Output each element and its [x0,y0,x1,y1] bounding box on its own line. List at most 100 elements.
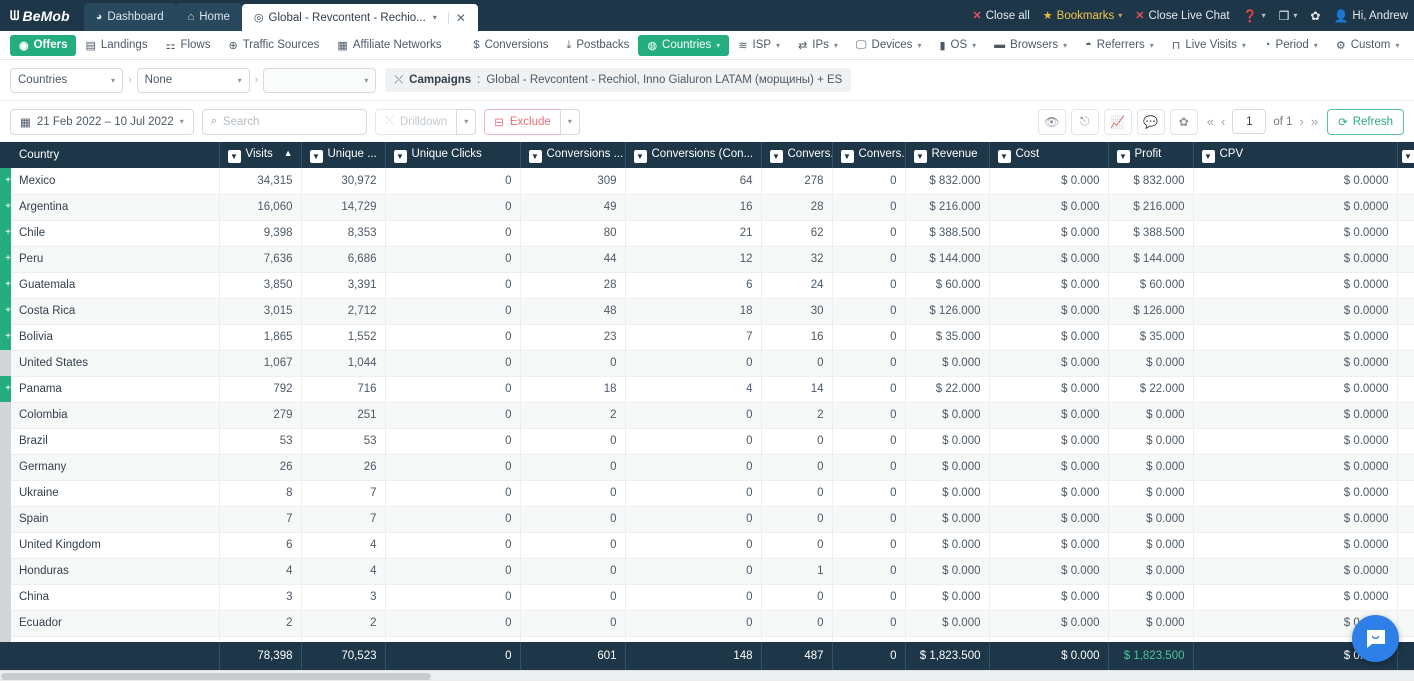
date-range-picker[interactable]: ▦ 21 Feb 2022 – 10 Jul 2022 ▾ [10,108,194,135]
nav-referrers[interactable]: ◓ Referrers ▾ [1076,35,1163,55]
row-expand-toggle[interactable]: + [0,506,11,532]
col-header-conversions-1[interactable]: ▼ Conversions ... [520,142,626,168]
nav-countries[interactable]: ◍ Countries ▾ [638,34,730,56]
comment-icon[interactable]: 💬 [1136,108,1165,135]
nav-period[interactable]: ◔ Period ▾ [1255,35,1327,55]
row-expand-toggle[interactable]: + [0,428,11,454]
col-header-revenue[interactable]: ▼ Revenue [905,142,990,168]
nav-affiliate-networks[interactable]: ▦ Affiliate Networks [328,35,450,56]
bookmarks-button[interactable]: ★ Bookmarks ▾ [1043,9,1122,23]
exclude-split-button[interactable]: ⊟ Exclude ▾ [484,108,580,135]
col-header-conversions-4[interactable]: ▼ Convers... [832,142,906,168]
table-row[interactable]: + Chile 9,398 8,353 0 80 21 62 0 $ 388.500 $ 0.000… [0,220,1414,247]
tab-home[interactable]: ⌂ Home [175,3,242,31]
next-page-icon[interactable]: › [1300,114,1304,129]
table-row[interactable]: + Costa Rica 3,015 2,712 0 48 18 30 0 $ 126.000 $ … [0,298,1414,325]
nav-errors[interactable]: ❶ Errors [1408,35,1414,56]
nav-custom[interactable]: ⚙ Custom ▾ [1327,35,1409,56]
prev-page-icon[interactable]: ‹ [1221,114,1225,129]
settings-button[interactable]: ✿ [1310,9,1320,23]
tab-campaign-report[interactable]: ◎ Global - Revcontent - Rechio... ▾ ✕ [241,4,478,31]
col-header-profit[interactable]: ▼ Profit [1108,142,1194,168]
row-expand-toggle[interactable]: + [0,480,11,506]
campaign-filter-chip[interactable]: ⤬ Campaigns: Global - Revcontent - Rechi… [385,68,852,92]
search-box[interactable]: ⌕ [201,108,367,135]
row-expand-toggle[interactable]: + [0,194,11,220]
table-row[interactable]: +Ecuador2200000$ 0.000$ 0.000$ 0.000$ 0.… [0,610,1414,637]
drilldown-split-button[interactable]: ⤬ Drilldown ▾ [374,108,477,135]
search-input[interactable] [222,115,358,128]
share-icon[interactable]: ⎋ [1070,108,1099,135]
eye-icon[interactable]: 👁 [1037,108,1066,135]
table-row[interactable]: + United Kingdom 6 4 0 0 0 0 0 $ 0.000 $ 0.000 $ 0.… [0,532,1414,559]
table-row[interactable]: + United States 1,067 1,044 0 0 0 0 0 $ 0.000 $ 0.… [0,350,1414,377]
exclude-button[interactable]: ⊟ Exclude [484,108,560,135]
nav-offers[interactable]: ◉ Offers [10,34,77,56]
col-header-unique-visits[interactable]: ▼ Unique ... [301,142,386,168]
table-row[interactable]: + Mexico 34,315 30,972 0 309 64 278 0 $ 832.000 $ … [0,168,1414,195]
col-header-cpv[interactable]: ▼ CPV [1193,142,1398,168]
row-expand-toggle[interactable]: + [0,324,11,350]
table-row[interactable]: + Ukraine 8 7 0 0 0 0 0 $ 0.000 $ 0.000 $ 0.000 $ 0.… [0,480,1414,507]
row-expand-toggle[interactable]: + [0,376,11,402]
nav-os[interactable]: ▮ OS ▾ [930,35,985,56]
close-all-button[interactable]: ✕ Close all [972,9,1029,23]
tab-dashboard[interactable]: ◕ Dashboard [83,3,176,31]
chat-bubble-icon[interactable] [1352,615,1399,662]
nav-devices[interactable]: 🖵 Devices ▾ [847,35,931,56]
nav-flows[interactable]: ⚏ Flows [157,35,220,56]
col-header-overflow[interactable]: ▼ [1397,142,1414,168]
brand-logo[interactable]: ᗯ BeMob [0,0,84,31]
nav-live-visits[interactable]: ⊓ Live Visits ▾ [1163,35,1255,56]
table-row[interactable]: + China 3 3 0 0 0 0 0 $ 0.000 $ 0.000 $ 0.000 $ 0.00… [0,584,1414,611]
exclude-dropdown-toggle[interactable]: ▾ [559,108,580,135]
chevron-down-icon[interactable]: ▾ [433,13,437,22]
row-expand-toggle[interactable]: + [0,350,11,376]
col-header-country[interactable]: Country [11,142,220,168]
row-expand-toggle[interactable]: + [0,168,11,194]
grouping-select-2[interactable]: None ▾ [136,67,250,93]
close-icon[interactable]: ✕ [447,11,466,24]
nav-browsers[interactable]: ▬ Browsers ▾ [985,35,1076,55]
table-row[interactable]: + Colombia 279 251 0 2 0 2 0 $ 0.000 $ 0.000 $ 0.00… [0,402,1414,429]
report-table-scroll-area[interactable]: Country ▼ Visits ▲ ▼ Unique ... ▼ Unique Cli… [0,142,1414,670]
user-menu[interactable]: 👤 Hi, Andrew [1333,9,1408,23]
refresh-button[interactable]: ⟳ Refresh [1327,108,1404,135]
col-header-cost[interactable]: ▼ Cost [989,142,1109,168]
nav-traffic-sources[interactable]: ⊕ Traffic Sources [219,35,328,56]
row-expand-toggle[interactable]: + [0,558,11,584]
first-page-icon[interactable]: « [1207,114,1214,129]
last-page-icon[interactable]: » [1311,114,1318,129]
row-expand-toggle[interactable]: + [0,532,11,558]
table-row[interactable]: + Germany 26 26 0 0 0 0 0 $ 0.000 $ 0.000 $ 0.000 $ … [0,454,1414,481]
nav-ips[interactable]: ⇄ IPs ▾ [789,35,847,56]
windows-button[interactable]: ❒ ▾ [1279,9,1298,23]
col-header-visits[interactable]: ▼ Visits ▲ [219,142,302,168]
nav-isp[interactable]: ≋ ISP ▾ [729,35,789,56]
row-expand-toggle[interactable]: + [0,220,11,246]
table-row[interactable]: + Peru 7,636 6,686 0 44 12 32 0 $ 144.000 $ 0.000 $… [0,246,1414,273]
table-row[interactable]: + Argentina 16,060 14,729 0 49 16 28 0 $ 216.000 $… [0,194,1414,221]
row-expand-toggle[interactable]: + [0,246,11,272]
nav-postbacks[interactable]: ⤓ Postbacks [558,35,639,56]
table-row[interactable]: + Bolivia 1,865 1,552 0 23 7 16 0 $ 35.000 $ 0.000… [0,324,1414,351]
horizontal-scrollbar[interactable] [0,670,1414,681]
close-live-chat-button[interactable]: ✕ Close Live Chat [1135,9,1229,23]
page-number-input[interactable]: 1 [1232,109,1267,134]
grouping-select-1[interactable]: Countries ▾ [10,67,123,93]
drilldown-dropdown-toggle[interactable]: ▾ [456,108,477,135]
chart-icon[interactable]: 📈 [1103,108,1132,135]
row-expand-toggle[interactable]: + [0,272,11,298]
grouping-select-3[interactable]: ▾ [263,67,377,93]
table-row[interactable]: + Spain 7 7 0 0 0 0 0 $ 0.000 $ 0.000 $ 0.000 $ 0.00… [0,506,1414,533]
table-row[interactable]: + Panama 792 716 0 18 4 14 0 $ 22.000 $ 0.000 $ 22.… [0,376,1414,403]
table-row[interactable]: + Guatemala 3,850 3,391 0 28 6 24 0 $ 60.000 $ 0.0… [0,272,1414,299]
nav-landings[interactable]: ▤ Landings [76,35,156,56]
table-row[interactable]: + Brazil 53 53 0 0 0 0 0 $ 0.000 $ 0.000 $ 0.000 $ 0… [0,428,1414,455]
nav-conversions[interactable]: $ Conversions [464,35,557,55]
row-expand-toggle[interactable]: + [0,298,11,324]
row-expand-toggle[interactable]: + [0,402,11,428]
col-header-conversions-3[interactable]: ▼ Convers... [761,142,833,168]
row-expand-toggle[interactable]: + [0,610,11,636]
col-header-unique-clicks[interactable]: ▼ Unique Clicks [385,142,521,168]
